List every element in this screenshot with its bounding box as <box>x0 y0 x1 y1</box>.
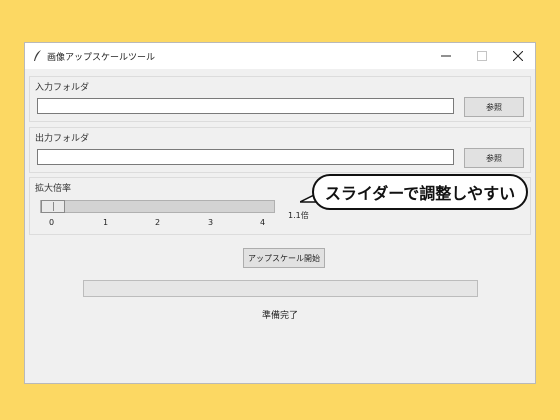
scale-slider[interactable] <box>40 200 275 213</box>
feather-icon <box>34 50 41 61</box>
output-folder-label: 出力フォルダ <box>35 134 90 144</box>
input-folder-field[interactable] <box>37 98 454 114</box>
callout-text: スライダーで調整しやすい <box>324 184 516 203</box>
close-icon <box>513 51 523 61</box>
scale-tick: 3 <box>208 218 214 227</box>
maximize-button[interactable] <box>468 46 496 66</box>
scale-tick: 2 <box>155 218 161 227</box>
scale-tick: 1 <box>103 218 109 227</box>
start-upscale-button[interactable]: アップスケール開始 <box>243 248 325 268</box>
minimize-button[interactable] <box>432 46 460 66</box>
minimize-icon <box>441 55 451 57</box>
scale-label: 拡大倍率 <box>35 184 72 194</box>
scale-tick: 0 <box>49 218 55 227</box>
slider-thumb[interactable] <box>41 200 65 213</box>
output-browse-button[interactable]: 参照 <box>464 148 524 168</box>
close-button[interactable] <box>504 46 532 66</box>
title-bar[interactable]: 画像アップスケールツール <box>25 43 535 69</box>
app-window: 画像アップスケールツール 入力フォルダ 参照 出力フォルダ 参照 拡大倍率 0 … <box>24 42 536 384</box>
scale-tick: 4 <box>260 218 266 227</box>
progress-bar <box>83 280 478 297</box>
maximize-icon <box>477 51 487 61</box>
input-browse-button[interactable]: 参照 <box>464 97 524 117</box>
scale-value-readout: 1.1倍 <box>288 211 309 220</box>
output-folder-field[interactable] <box>37 149 454 165</box>
callout-bubble: スライダーで調整しやすい <box>312 174 528 210</box>
status-text: 準備完了 <box>261 311 298 321</box>
window-title: 画像アップスケールツール <box>47 53 156 63</box>
input-folder-label: 入力フォルダ <box>35 83 90 93</box>
